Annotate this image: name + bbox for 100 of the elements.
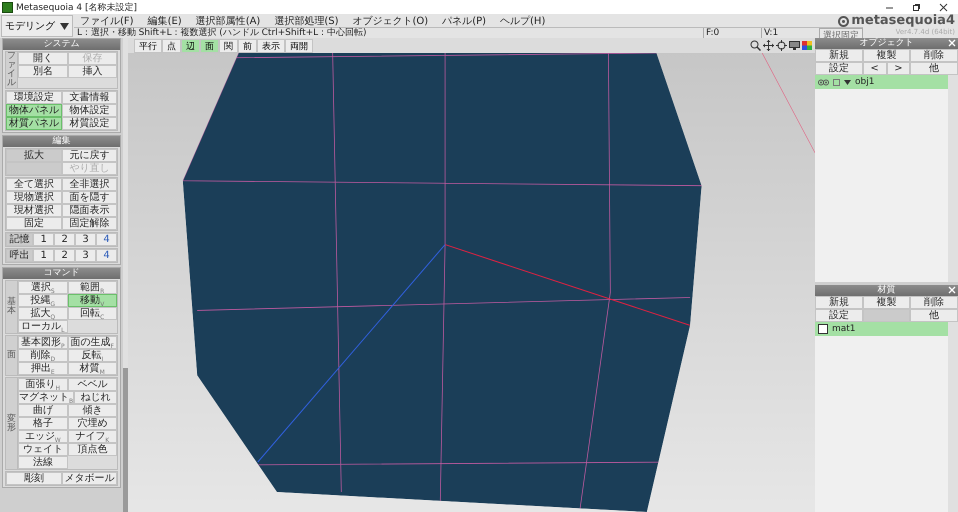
command-button[interactable]: 全非選択 [62, 178, 117, 191]
scrollbar[interactable] [123, 38, 128, 512]
menu-item[interactable]: ヘルプ(H) [500, 14, 546, 28]
command-button[interactable]: 基本図形$_{P}$ [18, 336, 68, 349]
command-button[interactable]: メタボール [62, 472, 117, 485]
mode-dropdown[interactable]: モデリング [1, 15, 73, 37]
command-button[interactable]: 2 [54, 249, 76, 262]
command-button[interactable]: 選択$_{S}$ [18, 281, 68, 294]
menu-item[interactable]: パネル(P) [442, 14, 486, 28]
command-button[interactable]: 材質パネル [6, 117, 62, 130]
command-button[interactable]: 4 [96, 249, 117, 262]
command-button[interactable]: 現材選択 [6, 204, 62, 217]
command-button[interactable]: マグネット$_{B}$ [18, 391, 74, 404]
list-item[interactable]: obj1 [815, 75, 948, 89]
search-icon[interactable] [750, 40, 761, 51]
command-button[interactable]: エッジ$_{W}$ [18, 430, 68, 443]
command-button[interactable]: 穴埋め [68, 417, 117, 430]
panel-button[interactable]: 削除 [910, 49, 958, 62]
command-button[interactable]: 格子 [18, 417, 68, 430]
command-button[interactable]: 全て選択 [6, 178, 62, 191]
command-button[interactable]: 回転$_{C}$ [68, 307, 117, 320]
menu-item[interactable]: 編集(E) [148, 14, 182, 28]
command-button[interactable]: 2 [54, 233, 76, 246]
scrollbar[interactable] [948, 75, 958, 282]
command-button[interactable]: ローカル$_{L}$ [18, 320, 68, 333]
expanded-icon[interactable] [844, 78, 851, 86]
panel-button[interactable]: > [886, 62, 910, 75]
panel-button[interactable]: 新規 [815, 49, 863, 62]
restore-icon[interactable] [912, 2, 921, 12]
command-button[interactable]: 拡大 [6, 149, 62, 162]
command-button[interactable]: 物体パネル [6, 104, 62, 117]
menu-item[interactable]: 選択部処理(S) [274, 14, 338, 28]
command-button[interactable]: 1 [33, 233, 54, 246]
scrollbar[interactable] [948, 322, 958, 512]
panel-button[interactable]: 設定 [815, 309, 863, 322]
command-button[interactable]: 元に戻す [62, 149, 117, 162]
view-toggle-button[interactable]: 面 [200, 38, 219, 52]
view-toggle-button[interactable]: 両開 [285, 38, 313, 52]
screen-icon[interactable] [789, 41, 800, 50]
command-button[interactable]: 投縄$_{G}$ [18, 294, 68, 307]
command-button[interactable]: 面を隠す [62, 191, 117, 204]
command-button[interactable]: 押出$_{E}$ [18, 362, 68, 375]
command-button[interactable]: ウェイト [18, 443, 68, 456]
command-button[interactable]: 環境設定 [6, 91, 62, 104]
command-button[interactable]: ナイフ$_{K}$ [68, 430, 117, 443]
command-button[interactable]: 現物選択 [6, 191, 62, 204]
command-button[interactable]: 呼出 [6, 249, 34, 262]
command-button[interactable]: 隠面表示 [62, 204, 117, 217]
command-button[interactable]: 面張り$_{H}$ [18, 378, 68, 391]
menu-item[interactable]: ファイル(F) [80, 14, 134, 28]
command-button[interactable]: 移動$_{V}$ [68, 294, 117, 307]
command-button[interactable]: 挿入 [68, 65, 117, 78]
command-button[interactable]: 反転$_{I}$ [68, 349, 117, 362]
command-button[interactable]: 別名 [18, 65, 68, 78]
command-button[interactable]: ベベル [68, 378, 117, 391]
panel-button[interactable]: < [862, 62, 886, 75]
3d-viewport-drawing[interactable] [128, 53, 815, 512]
panel-button[interactable]: 新規 [815, 296, 863, 309]
command-button[interactable]: 4 [96, 233, 117, 246]
command-button[interactable]: 材質設定 [62, 117, 117, 130]
menu-item[interactable]: 選択部属性(A) [196, 14, 260, 28]
command-button[interactable]: 範囲$_{R}$ [68, 281, 117, 294]
command-button[interactable]: 法線 [18, 456, 68, 469]
command-button[interactable]: 物体設定 [62, 104, 117, 117]
view-toggle-button[interactable]: 表示 [257, 38, 285, 52]
command-button[interactable]: 開く [18, 52, 68, 65]
menu-item[interactable]: オブジェクト(O) [352, 14, 428, 28]
scrollbar-thumb[interactable] [123, 368, 128, 512]
view-toggle-button[interactable]: 辺 [181, 38, 200, 52]
close-icon[interactable] [939, 2, 948, 12]
view-toggle-button[interactable]: 前 [238, 38, 257, 52]
command-button[interactable]: 曲げ [18, 404, 68, 417]
command-button[interactable]: 記憶 [6, 233, 34, 246]
command-button[interactable]: 彫刻 [6, 472, 62, 485]
list-item[interactable]: mat1 [815, 322, 948, 336]
view-toggle-button[interactable]: 関 [219, 38, 238, 52]
command-button[interactable]: ねじれ [74, 391, 117, 404]
command-button[interactable]: 削除$_{D}$ [18, 349, 68, 362]
lock-checkbox[interactable] [833, 78, 840, 86]
command-button[interactable]: 材質$_{M}$ [68, 362, 117, 375]
command-button[interactable]: 拡大$_{Q}$ [18, 307, 68, 320]
command-button[interactable]: 固定解除 [62, 217, 117, 230]
command-button[interactable]: 固定 [6, 217, 62, 230]
command-button[interactable]: 頂点色 [68, 443, 117, 456]
panel-button[interactable]: 他 [910, 62, 958, 75]
command-button[interactable]: 文書情報 [62, 91, 117, 104]
panel-button[interactable]: 設定 [815, 62, 863, 75]
panel-button[interactable]: 複製 [862, 296, 910, 309]
command-button[interactable]: 1 [33, 249, 54, 262]
panel-button[interactable]: 複製 [862, 49, 910, 62]
command-button[interactable]: 3 [75, 233, 96, 246]
command-button[interactable]: 面の生成$_{F}$ [68, 336, 117, 349]
move-icon[interactable] [763, 40, 774, 51]
command-button[interactable]: 傾き [68, 404, 117, 417]
view-toggle-button[interactable]: 点 [162, 38, 181, 52]
color-grid-icon[interactable] [802, 41, 812, 50]
command-button[interactable]: 3 [75, 249, 96, 262]
panel-button[interactable]: 削除 [910, 296, 958, 309]
view-toggle-button[interactable]: 平行 [134, 38, 162, 52]
eye-icon[interactable] [818, 78, 829, 86]
